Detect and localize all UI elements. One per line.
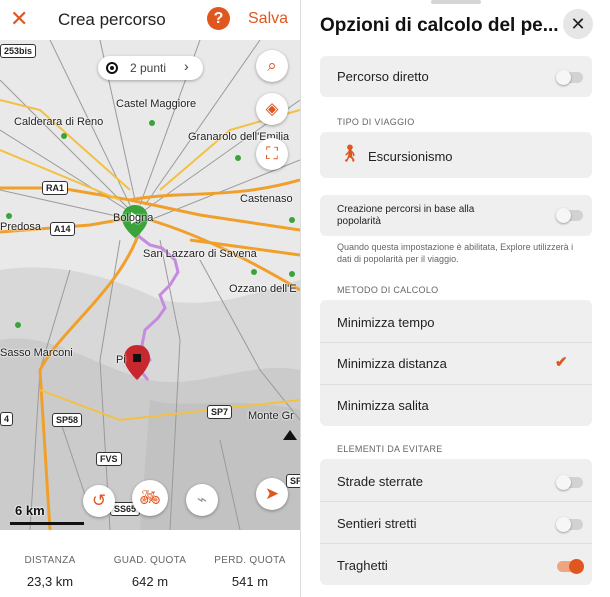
- sheet-grab-handle[interactable]: [431, 0, 481, 4]
- save-button[interactable]: Salva: [248, 10, 288, 28]
- chevron-right-icon: ›: [184, 58, 189, 74]
- locate-button[interactable]: ➤: [256, 478, 288, 510]
- road-shield: FVS: [96, 452, 122, 466]
- search-icon: ⌕: [267, 56, 277, 75]
- layers-button[interactable]: ◈: [256, 93, 288, 125]
- divider: [320, 342, 592, 343]
- avoid-unpaved-toggle[interactable]: [556, 475, 583, 490]
- layers-icon: ◈: [265, 99, 279, 118]
- map-label: Castenaso: [240, 193, 293, 205]
- route-stats: DISTANZA 23,3 km GUAD. QUOTA 642 m PERD.…: [0, 530, 300, 597]
- scale-label: 6 km: [15, 503, 45, 518]
- scale-bar: [10, 522, 84, 525]
- checkmark-icon: ✔: [555, 354, 568, 371]
- avoid-unpaved-label: Strade sterrate: [337, 474, 423, 489]
- divider: [320, 384, 592, 385]
- map-label: Ozzano dell'E: [229, 283, 297, 295]
- routing-options-sheet: Opzioni di calcolo del pe... ✕ Percorso …: [300, 0, 610, 597]
- map-label: Monte Gr: [248, 410, 294, 422]
- stat-label: DISTANZA: [24, 555, 76, 566]
- popularity-toggle[interactable]: [556, 208, 583, 223]
- points-count: 2 punti: [130, 61, 167, 75]
- direct-route-card[interactable]: Percorso diretto: [320, 56, 592, 97]
- road-shield: 4: [0, 412, 14, 426]
- route-off-icon: ⌁: [196, 490, 208, 509]
- top-bar: ✕ Crea percorso ? Salva: [0, 0, 300, 40]
- road-shield: SP: [286, 474, 300, 488]
- fullscreen-icon: ⛶: [266, 144, 278, 163]
- cycling-mode-button[interactable]: 🚲︎: [132, 480, 168, 516]
- avoid-elements-card: Strade sterrate Sentieri stretti Traghet…: [320, 459, 592, 585]
- route-type-button[interactable]: ⌁: [186, 484, 218, 516]
- waypoint-icon: [106, 62, 118, 74]
- map-label: Sasso Marconi: [0, 347, 73, 359]
- map-label: Predosa: [0, 221, 41, 233]
- help-button[interactable]: ?: [207, 7, 230, 30]
- undo-icon: ↺: [91, 491, 107, 510]
- road-shield: 253bis: [0, 44, 37, 58]
- travel-type-label: Escursionismo: [368, 149, 453, 164]
- map-label: Bologna: [113, 212, 154, 224]
- stat-label: GUAD. QUOTA: [113, 555, 187, 566]
- bike-icon: 🚲︎: [139, 488, 161, 507]
- method-option-time[interactable]: Minimizza tempo: [337, 315, 435, 330]
- stat-value: 23,3 km: [26, 574, 74, 589]
- map-view[interactable]: 253bis Castel Maggiore Calderara di Reno…: [0, 40, 300, 530]
- direct-route-label: Percorso diretto: [337, 69, 429, 84]
- road-shield: A14: [50, 222, 75, 236]
- stat-descent: PERD. QUOTA 541 m: [200, 555, 300, 589]
- map-label: Pi: [116, 354, 126, 366]
- navigation-arrow-icon: ➤: [264, 484, 280, 503]
- direct-route-toggle[interactable]: [556, 70, 583, 85]
- stat-distance: DISTANZA 23,3 km: [0, 555, 100, 589]
- section-header: METODO DI CALCOLO: [337, 285, 439, 295]
- calculation-method-card: Minimizza tempo Minimizza distanza ✔ Min…: [320, 300, 592, 426]
- avoid-narrow-trails-toggle[interactable]: [556, 517, 583, 532]
- avoid-ferries-label: Traghetti: [337, 558, 388, 573]
- undo-button[interactable]: ↺: [83, 485, 115, 517]
- close-sheet-button[interactable]: ✕: [563, 9, 593, 39]
- popularity-label: Creazione percorsi in base alla popolari…: [337, 204, 475, 227]
- avoid-narrow-trails-label: Sentieri stretti: [337, 516, 417, 531]
- method-option-climb[interactable]: Minimizza salita: [337, 398, 429, 413]
- fullscreen-button[interactable]: ⛶: [256, 138, 288, 170]
- hiking-icon: 🚶︎: [339, 144, 361, 163]
- map-label: Castel Maggiore: [116, 98, 197, 110]
- sheet-title: Opzioni di calcolo del pe...: [320, 15, 558, 36]
- avoid-ferries-toggle[interactable]: [557, 559, 584, 574]
- stat-value: 541 m: [231, 574, 269, 589]
- popularity-card[interactable]: Creazione percorsi in base alla popolari…: [320, 195, 592, 236]
- divider: [320, 501, 592, 502]
- method-option-distance[interactable]: Minimizza distanza: [337, 356, 447, 371]
- map-label: Calderara di Reno: [14, 116, 104, 128]
- close-icon: ✕: [570, 14, 586, 34]
- road-shield: SP58: [52, 413, 83, 427]
- popularity-note: Quando questa impostazione è abilitata, …: [337, 242, 574, 264]
- search-button[interactable]: ⌕: [256, 50, 288, 82]
- road-shield: RA1: [42, 181, 69, 195]
- stat-label: PERD. QUOTA: [214, 555, 286, 566]
- section-header: TIPO DI VIAGGIO: [337, 117, 415, 127]
- page-title: Crea percorso: [58, 10, 166, 29]
- travel-type-card[interactable]: 🚶︎ Escursionismo: [320, 132, 592, 178]
- map-label: San Lazzaro di Savena: [143, 248, 257, 260]
- stat-value: 642 m: [131, 574, 169, 589]
- route-builder-panel: ✕ Crea percorso ? Salva 253bis Castel Ma…: [0, 0, 300, 597]
- road-shield: SP7: [207, 405, 233, 419]
- waypoints-selector[interactable]: 2 punti ›: [98, 56, 203, 80]
- close-icon[interactable]: ✕: [10, 6, 28, 32]
- divider: [320, 543, 592, 544]
- stat-ascent: GUAD. QUOTA 642 m: [100, 555, 200, 589]
- section-header: ELEMENTI DA EVITARE: [337, 444, 443, 454]
